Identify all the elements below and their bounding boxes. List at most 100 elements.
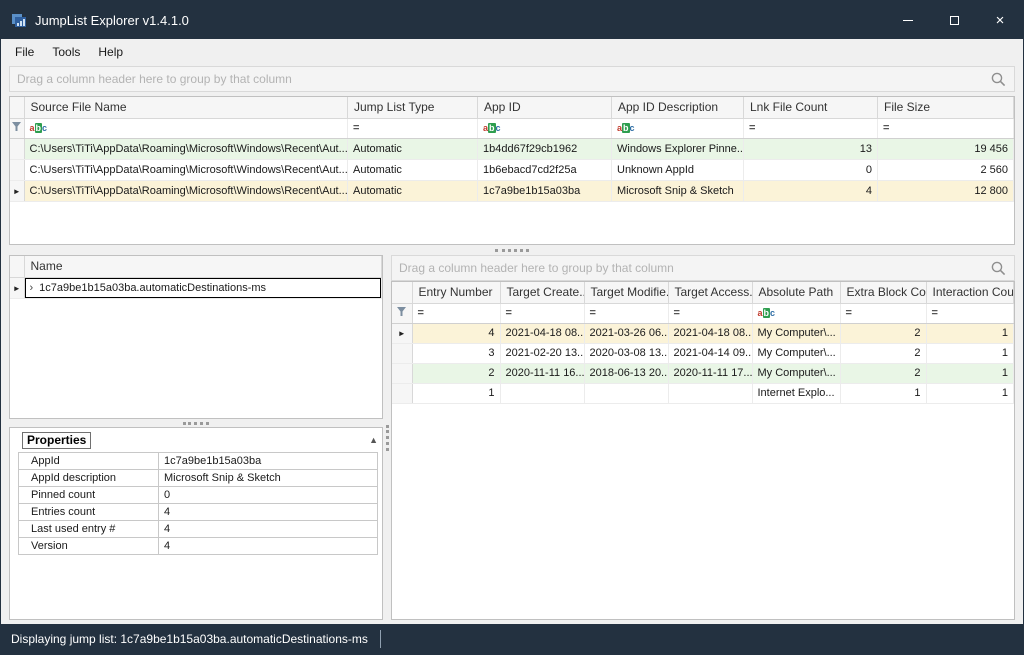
detail-group-panel[interactable]: Drag a column header here to group by th…: [391, 255, 1015, 281]
cell-jump-list-type[interactable]: Automatic: [348, 138, 478, 159]
cell-extra-block-count[interactable]: 1: [840, 383, 926, 403]
column-header-source-file-name[interactable]: Source File Name: [24, 97, 348, 118]
cell-app-id-description[interactable]: Windows Explorer Pinne...: [612, 138, 744, 159]
filter-cell-target-modified[interactable]: =: [584, 303, 668, 323]
column-header-target-accessed[interactable]: Target Access...: [668, 282, 752, 303]
cell-interaction-count[interactable]: 1: [926, 383, 1014, 403]
search-icon[interactable]: [990, 71, 1007, 88]
filter-cell-app-id-description[interactable]: abc: [612, 118, 744, 138]
cell-extra-block-count[interactable]: 2: [840, 363, 926, 383]
table-row-selected[interactable]: ► C:\Users\TiTi\AppData\Roaming\Microsof…: [10, 180, 1014, 201]
table-row-selected[interactable]: ► 4 2021-04-18 08... 2021-03-26 06... 20…: [392, 323, 1014, 343]
filter-cell-absolute-path[interactable]: abc: [752, 303, 840, 323]
column-header-jump-list-type[interactable]: Jump List Type: [348, 97, 478, 118]
cell-jump-list-type[interactable]: Automatic: [348, 180, 478, 201]
minimize-button[interactable]: [885, 1, 931, 39]
source-group-panel[interactable]: Drag a column header here to group by th…: [9, 66, 1015, 92]
cell-absolute-path[interactable]: My Computer\...: [752, 363, 840, 383]
cell-extra-block-count[interactable]: 2: [840, 343, 926, 363]
cell-lnk-file-count[interactable]: 4: [744, 180, 878, 201]
cell-target-modified[interactable]: [584, 383, 668, 403]
cell-file-size[interactable]: 12 800: [878, 180, 1014, 201]
table-row-selected[interactable]: ► ›1c7a9be1b15a03ba.automaticDestination…: [10, 277, 382, 298]
cell-jumplist-name[interactable]: ›1c7a9be1b15a03ba.automaticDestinations-…: [24, 277, 382, 298]
cell-entry-number[interactable]: 3: [412, 343, 500, 363]
left-panel-splitter[interactable]: [9, 419, 383, 427]
cell-source-file[interactable]: C:\Users\TiTi\AppData\Roaming\Microsoft\…: [24, 138, 348, 159]
maximize-button[interactable]: [931, 1, 977, 39]
cell-file-size[interactable]: 19 456: [878, 138, 1014, 159]
cell-entry-number[interactable]: 2: [412, 363, 500, 383]
column-header-file-size[interactable]: File Size: [878, 97, 1014, 118]
cell-absolute-path[interactable]: Internet Explo...: [752, 383, 840, 403]
filter-cell-app-id[interactable]: abc: [478, 118, 612, 138]
cell-target-accessed[interactable]: 2021-04-18 08...: [668, 323, 752, 343]
menu-file[interactable]: File: [6, 42, 43, 62]
table-row[interactable]: C:\Users\TiTi\AppData\Roaming\Microsoft\…: [10, 159, 1014, 180]
cell-interaction-count[interactable]: 1: [926, 343, 1014, 363]
table-row[interactable]: C:\Users\TiTi\AppData\Roaming\Microsoft\…: [10, 138, 1014, 159]
column-header-name[interactable]: Name: [24, 256, 382, 277]
cell-app-id-description[interactable]: Unknown AppId: [612, 159, 744, 180]
cell-target-modified[interactable]: 2020-03-08 13...: [584, 343, 668, 363]
cell-entry-number[interactable]: 4: [412, 323, 500, 343]
column-header-entry-number[interactable]: Entry Number: [412, 282, 500, 303]
cell-source-file[interactable]: C:\Users\TiTi\AppData\Roaming\Microsoft\…: [24, 180, 348, 201]
collapse-icon[interactable]: ▲: [369, 436, 378, 445]
property-row[interactable]: AppId description Microsoft Snip & Sketc…: [19, 470, 378, 487]
property-row[interactable]: Entries count 4: [19, 504, 378, 521]
property-row[interactable]: AppId 1c7a9be1b15a03ba: [19, 453, 378, 470]
cell-target-created[interactable]: [500, 383, 584, 403]
filter-cell-interaction-count[interactable]: =: [926, 303, 1014, 323]
column-header-app-id[interactable]: App ID: [478, 97, 612, 118]
cell-source-file[interactable]: C:\Users\TiTi\AppData\Roaming\Microsoft\…: [24, 159, 348, 180]
column-header-lnk-file-count[interactable]: Lnk File Count: [744, 97, 878, 118]
cell-target-accessed[interactable]: [668, 383, 752, 403]
table-row[interactable]: 2 2020-11-11 16... 2018-06-13 20... 2020…: [392, 363, 1014, 383]
cell-app-id[interactable]: 1c7a9be1b15a03ba: [478, 180, 612, 201]
cell-jump-list-type[interactable]: Automatic: [348, 159, 478, 180]
cell-interaction-count[interactable]: 1: [926, 363, 1014, 383]
cell-target-created[interactable]: 2021-04-18 08...: [500, 323, 584, 343]
menu-help[interactable]: Help: [89, 42, 132, 62]
cell-app-id[interactable]: 1b6ebacd7cd2f25a: [478, 159, 612, 180]
property-row[interactable]: Pinned count 0: [19, 487, 378, 504]
cell-absolute-path[interactable]: My Computer\...: [752, 343, 840, 363]
filter-cell-target-accessed[interactable]: =: [668, 303, 752, 323]
cell-lnk-file-count[interactable]: 13: [744, 138, 878, 159]
cell-target-modified[interactable]: 2018-06-13 20...: [584, 363, 668, 383]
cell-app-id[interactable]: 1b4dd67f29cb1962: [478, 138, 612, 159]
menu-tools[interactable]: Tools: [43, 42, 89, 62]
column-header-target-created[interactable]: Target Create...: [500, 282, 584, 303]
column-header-extra-block-count[interactable]: Extra Block Co...: [840, 282, 926, 303]
column-header-interaction-count[interactable]: Interaction Cou...: [926, 282, 1014, 303]
filter-cell-extra-block-count[interactable]: =: [840, 303, 926, 323]
filter-cell-entry-number[interactable]: =: [412, 303, 500, 323]
cell-extra-block-count[interactable]: 2: [840, 323, 926, 343]
cell-app-id-description[interactable]: Microsoft Snip & Sketch: [612, 180, 744, 201]
expand-chevron-icon[interactable]: ›: [30, 282, 34, 294]
column-header-target-modified[interactable]: Target Modifie...: [584, 282, 668, 303]
vertical-splitter[interactable]: [383, 255, 391, 620]
search-icon[interactable]: [990, 260, 1007, 277]
table-row[interactable]: 3 2021-02-20 13... 2020-03-08 13... 2021…: [392, 343, 1014, 363]
column-header-absolute-path[interactable]: Absolute Path: [752, 282, 840, 303]
filter-cell-lnk-file-count[interactable]: =: [744, 118, 878, 138]
property-row[interactable]: Last used entry # 4: [19, 521, 378, 538]
filter-cell-target-created[interactable]: =: [500, 303, 584, 323]
close-button[interactable]: ×: [977, 1, 1023, 39]
cell-lnk-file-count[interactable]: 0: [744, 159, 878, 180]
cell-target-created[interactable]: 2020-11-11 16...: [500, 363, 584, 383]
cell-target-created[interactable]: 2021-02-20 13...: [500, 343, 584, 363]
filter-cell-jump-list-type[interactable]: =: [348, 118, 478, 138]
filter-cell-source-file-name[interactable]: abc: [24, 118, 348, 138]
horizontal-splitter[interactable]: [9, 245, 1015, 255]
table-row[interactable]: 1 Internet Explo... 1 1: [392, 383, 1014, 403]
cell-target-accessed[interactable]: 2020-11-11 17...: [668, 363, 752, 383]
cell-absolute-path[interactable]: My Computer\...: [752, 323, 840, 343]
property-row[interactable]: Version 4: [19, 538, 378, 555]
cell-target-accessed[interactable]: 2021-04-14 09...: [668, 343, 752, 363]
cell-entry-number[interactable]: 1: [412, 383, 500, 403]
cell-target-modified[interactable]: 2021-03-26 06...: [584, 323, 668, 343]
column-header-app-id-description[interactable]: App ID Description: [612, 97, 744, 118]
